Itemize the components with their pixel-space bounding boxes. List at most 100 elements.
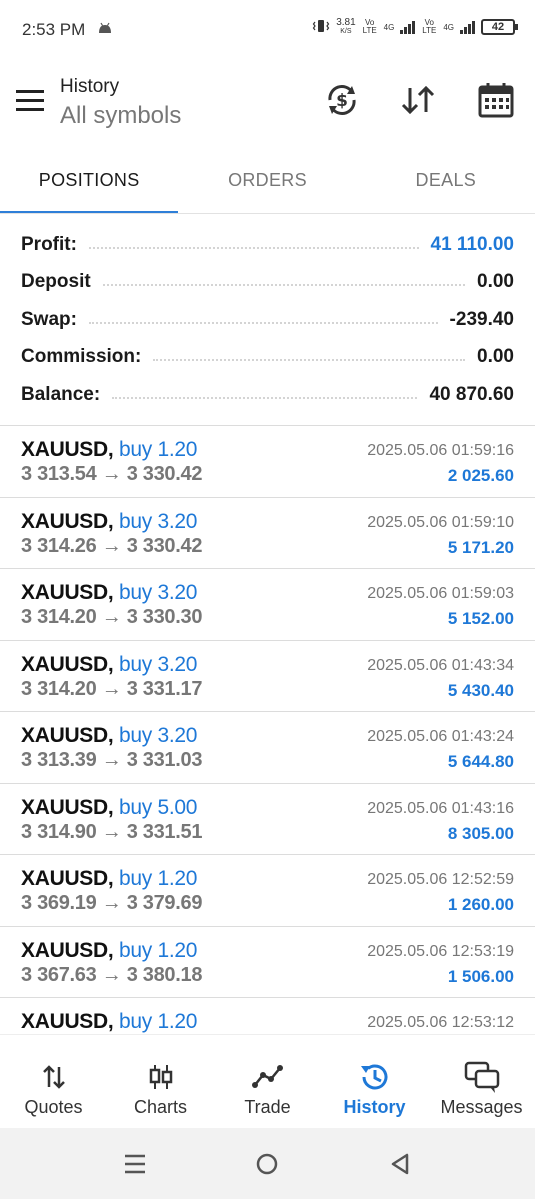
deal-symbol: XAUUSD,	[21, 581, 114, 604]
deal-open-price: 3 313.39	[21, 749, 97, 771]
deal-close-price: 3 330.42	[126, 463, 203, 485]
net-speed-value: 3.81	[336, 17, 356, 28]
list-item[interactable]: XAUUSD, buy 3.20 3 314.20 → 3 331.17 202…	[0, 641, 535, 712]
dotted-leader	[112, 396, 418, 399]
deal-close-price: 3 331.17	[126, 677, 203, 700]
dotted-leader	[153, 359, 466, 362]
deal-prices: 3 313.54 → 3 330.42	[21, 463, 202, 486]
deal-prices: 3 314.20 → 3 330.30	[21, 606, 202, 629]
nav-trade[interactable]: Trade	[214, 1035, 321, 1128]
summary-label: Profit:	[21, 233, 77, 255]
home-icon[interactable]	[252, 1150, 282, 1178]
android-icon	[97, 21, 113, 40]
deal-prices: 3 369.19 → 3 379.69	[21, 892, 202, 915]
deal-time: 2025.05.06 01:43:16	[367, 799, 514, 817]
deal-symbol-line: XAUUSD, buy 1.20	[21, 939, 197, 963]
deal-close-price: 3 331.03	[126, 749, 203, 771]
summary-row-balance: Balance: 40 870.60	[0, 376, 535, 414]
nav-messages[interactable]: Messages	[428, 1035, 535, 1128]
deal-time: 2025.05.06 01:59:03	[367, 585, 514, 602]
list-item[interactable]: XAUUSD, buy 1.20 3 369.19 → 3 379.69 202…	[0, 855, 535, 927]
deal-direction: buy 5.00	[118, 795, 198, 819]
positions-list[interactable]: XAUUSD, buy 1.20 3 313.54 → 3 330.42 202…	[0, 426, 535, 1034]
dotted-leader	[88, 321, 438, 324]
quotes-arrows-icon	[0, 1057, 107, 1097]
arrow-right-icon: →	[101, 892, 122, 914]
deal-open-price: 3 314.90	[21, 820, 97, 843]
summary-row-commission: Commission: 0.00	[0, 339, 535, 377]
lte-2: 4G	[443, 22, 454, 32]
deal-close-price: 3 380.18	[126, 963, 203, 986]
nav-history[interactable]: History	[321, 1035, 428, 1128]
summary-value-deposit: 0.00	[477, 271, 514, 293]
deal-time: 2025.05.06 12:52:59	[367, 871, 514, 888]
page-title: History	[60, 76, 120, 97]
app-header: History All symbols $	[0, 60, 535, 145]
candlestick-icon	[107, 1057, 214, 1097]
deal-direction: buy 3.20	[118, 724, 198, 747]
deal-prices: 3 313.39 → 3 331.03	[21, 749, 202, 772]
net-speed-unit: K/S	[340, 28, 352, 35]
list-item[interactable]: XAUUSD, buy 3.20 3 314.20 → 3 330.30 202…	[0, 569, 535, 641]
deal-close-price: 3 379.69	[126, 892, 203, 914]
nav-label: History	[343, 1097, 406, 1117]
deal-time: 2025.05.06 01:59:10	[367, 513, 514, 531]
list-item[interactable]: XAUUSD, buy 3.20 3 314.26 → 3 330.42 202…	[0, 498, 535, 569]
arrow-right-icon: →	[101, 534, 122, 557]
deal-direction: buy 3.20	[118, 509, 198, 533]
deal-symbol: XAUUSD,	[21, 1010, 114, 1033]
system-navigation-bar	[0, 1128, 535, 1199]
summary-row-deposit: Deposit 0.00	[0, 264, 535, 302]
list-item[interactable]: XAUUSD, buy 1.20 2025.05.06 12:53:12	[0, 998, 535, 1034]
deal-symbol-line: XAUUSD, buy 5.00	[21, 796, 197, 820]
list-item[interactable]: XAUUSD, buy 1.20 3 367.63 → 3 380.18 202…	[0, 927, 535, 998]
calendar-icon[interactable]	[476, 80, 516, 120]
deal-profit: 5 171.20	[447, 537, 514, 557]
tab-deals[interactable]: DEALS	[357, 150, 535, 214]
deal-direction: buy 1.20	[118, 938, 198, 962]
nav-label: Charts	[133, 1097, 187, 1117]
tab-orders[interactable]: ORDERS	[178, 150, 356, 214]
deal-prices: 3 314.90 → 3 331.51	[21, 821, 202, 844]
history-clock-icon	[321, 1057, 428, 1097]
signal-1-icon	[400, 20, 416, 34]
deal-open-price: 3 367.63	[21, 963, 97, 986]
status-indicators: 3.81 K/S Vo LTE 4G Vo LTE 4G 42	[312, 18, 518, 36]
sort-icon[interactable]	[398, 80, 438, 120]
deal-profit: 1 260.00	[447, 895, 514, 914]
nav-quotes[interactable]: Quotes	[0, 1035, 107, 1128]
list-item[interactable]: XAUUSD, buy 5.00 3 314.90 → 3 331.51 202…	[0, 784, 535, 855]
signal-2-icon	[460, 20, 475, 34]
vibrate-icon	[312, 19, 330, 35]
currency-sync-icon[interactable]: $	[322, 80, 362, 120]
summary-row-swap: Swap: -239.40	[0, 301, 535, 339]
deal-symbol-line: XAUUSD, buy 1.20	[21, 1010, 197, 1034]
status-bar: 2:53 PM 3.81 K/S Vo LTE 4G Vo LTE 4G 42	[0, 0, 535, 60]
volte-2: Vo LTE	[422, 18, 437, 35]
deal-time: 2025.05.06 01:43:34	[367, 656, 514, 674]
trade-line-icon	[214, 1057, 321, 1097]
lte-1: 4G	[383, 22, 395, 32]
nav-label: Trade	[244, 1097, 291, 1117]
deal-open-price: 3 313.54	[21, 463, 97, 485]
svg-text:$: $	[336, 91, 348, 111]
deal-symbol-line: XAUUSD, buy 3.20	[21, 581, 197, 605]
tab-positions[interactable]: POSITIONS	[0, 150, 179, 214]
nav-charts[interactable]: Charts	[107, 1035, 214, 1128]
symbol-filter[interactable]: All symbols	[60, 102, 181, 130]
deal-prices: 3 314.26 → 3 330.42	[21, 535, 202, 558]
deal-symbol: XAUUSD,	[21, 795, 114, 819]
nav-label: Quotes	[24, 1097, 83, 1117]
list-item[interactable]: XAUUSD, buy 1.20 3 313.54 → 3 330.42 202…	[0, 426, 535, 498]
deal-time: 2025.05.06 01:59:16	[367, 442, 514, 459]
back-icon[interactable]	[386, 1150, 416, 1178]
deal-direction: buy 3.20	[118, 581, 198, 604]
deal-open-price: 3 314.20	[21, 606, 97, 628]
deal-symbol-line: XAUUSD, buy 3.20	[21, 653, 197, 677]
deal-symbol-line: XAUUSD, buy 1.20	[21, 867, 197, 891]
recent-apps-icon[interactable]	[120, 1150, 150, 1178]
list-item[interactable]: XAUUSD, buy 3.20 3 313.39 → 3 331.03 202…	[0, 712, 535, 784]
deal-direction: buy 3.20	[118, 652, 198, 676]
menu-icon[interactable]	[16, 90, 44, 112]
net-speed: 3.81 K/S	[336, 18, 355, 36]
